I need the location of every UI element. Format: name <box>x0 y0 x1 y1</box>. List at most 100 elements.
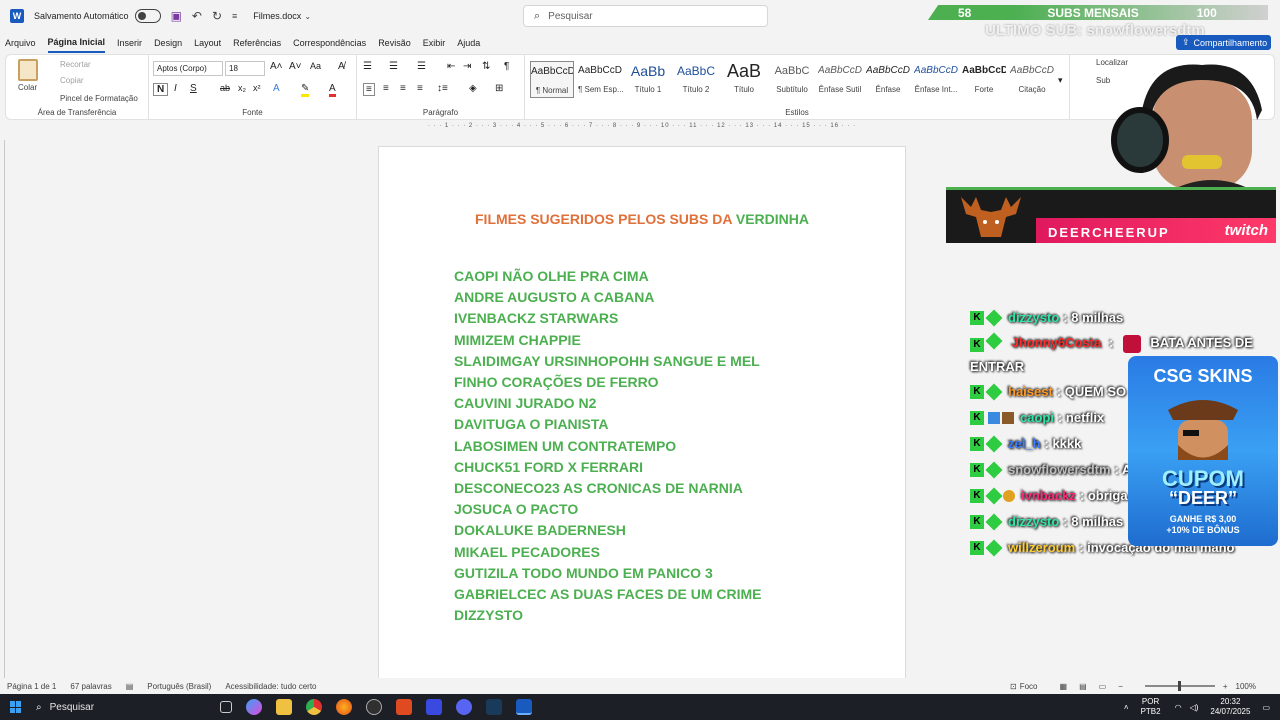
obs-icon[interactable] <box>366 699 382 715</box>
format-painter-button[interactable]: Pincel de Formatação <box>60 94 138 103</box>
copy-button[interactable]: Copiar <box>60 76 84 85</box>
notifications-icon[interactable]: ▭ <box>1262 703 1270 712</box>
app-icon[interactable] <box>396 699 412 715</box>
numbering-icon[interactable]: ☰ <box>389 61 398 72</box>
customize-toolbar-icon[interactable]: ≡ <box>232 11 237 21</box>
styles-scroll-icon[interactable]: ▾ <box>1058 75 1063 86</box>
web-layout-icon[interactable]: ▭ <box>1099 682 1107 691</box>
accessibility-status[interactable]: Acessibilidade: tudo certo <box>225 682 316 691</box>
font-color-icon[interactable]: A <box>329 83 336 97</box>
style-no-spacing[interactable]: AaBbCcD ¶ Sem Esp... <box>578 61 624 94</box>
cut-button[interactable]: Recortar <box>60 60 91 69</box>
word-taskbar-icon[interactable] <box>516 699 532 715</box>
document-page[interactable]: FILMES SUGERIDOS PELOS SUBS DA VERDINHA … <box>378 146 906 686</box>
horizontal-ruler[interactable]: · · · 1 · · · 2 · · · 3 · · · 4 · · · 5 … <box>378 122 906 130</box>
focus-icon[interactable]: ⊡ <box>1010 682 1017 691</box>
font-name-select[interactable]: Aptos (Corpo) <box>153 61 223 76</box>
tab-exibir[interactable]: Exibir <box>423 34 446 52</box>
word-count[interactable]: 67 palavras <box>70 682 111 691</box>
focus-button[interactable]: Foco <box>1020 682 1038 691</box>
redo-icon[interactable]: ↻ <box>212 9 222 23</box>
decrease-indent-icon[interactable]: ⇤ <box>447 61 455 72</box>
taskbar-search[interactable]: ⌕ Pesquisar <box>36 702 206 713</box>
sort-icon[interactable]: ⇅ <box>482 61 490 72</box>
multilevel-list-icon[interactable]: ☰ <box>417 61 426 72</box>
discord-icon[interactable] <box>456 699 472 715</box>
tab-ajuda[interactable]: Ajuda <box>457 34 480 52</box>
print-layout-icon[interactable]: ▤ <box>1079 682 1087 691</box>
zoom-slider[interactable] <box>1144 681 1215 691</box>
borders-icon[interactable]: ⊞ <box>495 83 503 94</box>
superscript-icon[interactable]: x² <box>253 83 261 93</box>
style-subtitle[interactable]: AaBbC Subtítulo <box>770 61 814 94</box>
style-intense-emphasis[interactable]: AaBbCcD Ênfase Int... <box>914 61 958 94</box>
tab-design[interactable]: Design <box>154 34 182 52</box>
copilot-icon[interactable] <box>246 699 262 715</box>
show-marks-icon[interactable]: ¶ <box>504 61 509 72</box>
subscript-icon[interactable]: x₂ <box>238 83 246 93</box>
windows-start-icon[interactable] <box>10 701 22 713</box>
grow-font-icon[interactable]: A˄ <box>270 61 283 72</box>
zoom-level[interactable]: 100% <box>1236 682 1256 691</box>
tab-arquivo[interactable]: Arquivo <box>5 34 36 52</box>
tab-revisao[interactable]: Revisão <box>378 34 411 52</box>
tab-referencias[interactable]: Referências <box>233 34 281 52</box>
paste-button[interactable]: Colar <box>18 83 37 92</box>
file-explorer-icon[interactable] <box>276 699 292 715</box>
increase-indent-icon[interactable]: ⇥ <box>463 61 471 72</box>
volume-icon[interactable]: ◁) <box>1190 703 1199 712</box>
task-view-icon[interactable] <box>220 701 232 713</box>
tab-correspondencias[interactable]: Correspondências <box>293 34 366 52</box>
language-status[interactable]: Português (Brasil) <box>147 682 211 691</box>
network-icon[interactable]: ◠ <box>1175 703 1182 712</box>
vertical-ruler[interactable] <box>4 140 12 680</box>
shading-icon[interactable]: ◈ <box>469 83 477 94</box>
style-subtle-emphasis[interactable]: AaBbCcD Ênfase Sutil <box>818 61 862 94</box>
chevron-down-icon[interactable]: ⌄ <box>304 12 311 21</box>
bullets-icon[interactable]: ☰ <box>363 61 372 72</box>
save-icon[interactable]: ▣ <box>171 9 182 23</box>
style-title[interactable]: AaB Título <box>722 61 766 94</box>
bold-icon[interactable]: N <box>153 83 169 96</box>
style-emphasis[interactable]: AaBbCcD Ênfase <box>866 61 910 94</box>
read-mode-icon[interactable]: ▦ <box>1060 682 1068 691</box>
line-spacing-icon[interactable]: ↕≡ <box>437 83 448 94</box>
shrink-font-icon[interactable]: A˅ <box>289 61 302 72</box>
style-normal[interactable]: AaBbCcD ¶ Normal <box>530 61 574 98</box>
chrome-icon[interactable] <box>306 699 322 715</box>
steam-icon[interactable] <box>486 699 502 715</box>
style-heading-2[interactable]: AaBbC Título 2 <box>674 61 718 94</box>
justify-icon[interactable]: ≡ <box>417 83 423 94</box>
language-indicator[interactable]: POR PTB2 <box>1141 697 1161 717</box>
text-effects-icon[interactable]: A <box>273 83 280 94</box>
tab-layout[interactable]: Layout <box>194 34 221 52</box>
align-center-icon[interactable]: ≡ <box>383 83 389 94</box>
proofing-icon[interactable]: ▤ <box>126 682 134 691</box>
highlight-icon[interactable]: ✎ <box>301 83 310 97</box>
app-icon-2[interactable] <box>426 699 442 715</box>
clock[interactable]: 20:32 24/07/2025 <box>1210 697 1250 717</box>
share-button[interactable]: ⇪ Compartilhamento <box>1176 35 1271 50</box>
style-heading-1[interactable]: AaBb Título 1 <box>626 61 670 94</box>
firefox-icon[interactable] <box>336 699 352 715</box>
align-right-icon[interactable]: ≡ <box>400 83 406 94</box>
style-strong[interactable]: AaBbCcD Forte <box>962 61 1006 94</box>
document-filename[interactable]: Filmes.docx <box>253 11 301 21</box>
tab-pagina-inicial[interactable]: Página Inicial <box>47 33 106 53</box>
clear-formatting-icon[interactable]: A̸ <box>338 61 345 72</box>
autosave-toggle[interactable] <box>134 9 161 23</box>
font-size-select[interactable]: 18 <box>225 61 265 76</box>
style-quote[interactable]: AaBbCcD Citação <box>1010 61 1054 94</box>
change-case-icon[interactable]: Aa <box>310 61 321 71</box>
strikethrough-icon[interactable]: ab <box>220 83 230 93</box>
tab-inserir[interactable]: Inserir <box>117 34 142 52</box>
paste-icon[interactable] <box>18 59 38 81</box>
zoom-out-icon[interactable]: − <box>1118 682 1123 691</box>
search-input[interactable]: ⌕ Pesquisar <box>523 5 768 27</box>
italic-icon[interactable]: I <box>174 83 177 94</box>
page-count[interactable]: Página 1 de 1 <box>7 682 56 691</box>
align-left-icon[interactable]: ≡ <box>363 83 375 96</box>
undo-icon[interactable]: ↶ <box>192 9 202 23</box>
zoom-in-icon[interactable]: + <box>1223 682 1228 691</box>
underline-icon[interactable]: S <box>190 83 197 94</box>
